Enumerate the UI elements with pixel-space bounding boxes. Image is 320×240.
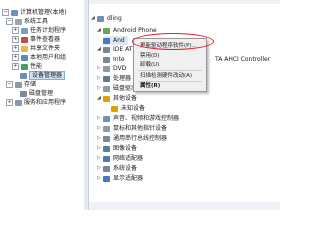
menu-item-scan-hardware[interactable]: 扫描检测硬件改动(A): [140, 72, 192, 80]
device-android-adb[interactable]: And: [103, 36, 128, 45]
tree-item-event-viewer[interactable]: + 事件查看器: [12, 35, 60, 44]
navigation-tree-pane: − 计算机管理(本地) − 系统工具 + 任务计划程序 + 事件查看器 + 共享文件夹 +…: [0, 0, 85, 210]
expand-icon[interactable]: +: [12, 45, 19, 52]
controller-icon: [103, 46, 110, 53]
device-display[interactable]: ▷ 显示适配器: [97, 174, 143, 183]
device-system[interactable]: ▷ 系统设备: [97, 164, 137, 173]
device-android-phone[interactable]: ◢ Android Phone: [97, 26, 157, 35]
tree-item-performance[interactable]: + 性能: [12, 62, 42, 71]
tree-item-system-tools[interactable]: − 系统工具: [6, 17, 48, 26]
speaker-icon: [103, 115, 110, 122]
expand-icon[interactable]: +: [12, 63, 19, 70]
event-log-icon: [21, 36, 28, 43]
folder-icon: [21, 45, 28, 52]
collapse-icon[interactable]: −: [2, 9, 9, 16]
tree-item-storage[interactable]: − 存储: [6, 80, 36, 89]
expand-icon[interactable]: +: [12, 36, 19, 43]
device-dvd[interactable]: ▷ DVD: [97, 64, 126, 73]
device-unknown[interactable]: 未知设备: [111, 104, 145, 113]
storage-icon: [15, 81, 22, 88]
device-manager-icon: [20, 72, 27, 79]
system-icon: [103, 165, 110, 172]
device-imaging[interactable]: ▷ 图像设备: [97, 144, 137, 153]
tree-item-task-scheduler[interactable]: + 任务计划程序: [12, 26, 66, 35]
menu-separator: [138, 70, 202, 71]
device-computer[interactable]: ◢ dling: [91, 14, 122, 23]
tree-item-disk-management[interactable]: 磁盘管理: [20, 89, 53, 98]
menu-item-properties[interactable]: 属性(R): [140, 82, 160, 90]
controller-icon: [103, 56, 110, 63]
device-intel-controller[interactable]: Inte: [103, 55, 125, 64]
tree-item-shared-folders[interactable]: + 共享文件夹: [12, 44, 60, 53]
computer-icon: [11, 9, 18, 16]
device-audio[interactable]: ▷ 声音、视频和游戏控制器: [97, 114, 179, 123]
device-icon: [103, 37, 110, 44]
performance-icon: [21, 63, 28, 70]
device-tree-pane: ◢ dling ◢ Android Phone And ◢ IDE AT Inte T…: [89, 0, 280, 210]
camera-icon: [103, 145, 110, 152]
network-icon: [103, 155, 110, 162]
computer-icon: [97, 15, 104, 22]
phone-icon: [103, 27, 110, 34]
collapse-icon[interactable]: −: [6, 81, 13, 88]
monitor-icon: [103, 175, 110, 182]
device-usb[interactable]: ▷ 通用串行总线控制器: [97, 134, 167, 143]
usb-icon: [103, 135, 110, 142]
device-processors[interactable]: ▷ 处理器: [97, 74, 131, 83]
expand-icon[interactable]: +: [12, 54, 19, 61]
highlight-ellipse-annotation: [132, 33, 214, 50]
menu-item-uninstall[interactable]: 卸载(U): [140, 61, 159, 69]
top-scrollbar-track[interactable]: [89, 0, 280, 4]
device-network[interactable]: ▷ 网络适配器: [97, 154, 143, 163]
users-icon: [21, 54, 28, 61]
bottom-scrollbar-track[interactable]: [89, 202, 280, 210]
expand-icon[interactable]: +: [12, 27, 19, 34]
unknown-device-icon: [111, 105, 118, 112]
mouse-icon: [103, 125, 110, 132]
warning-device-icon: [103, 95, 110, 102]
expand-icon[interactable]: +: [6, 99, 13, 106]
device-sata-controller-label: TA AHCI Controller: [215, 56, 271, 63]
disk-icon: [20, 90, 27, 97]
tree-item-computer-management[interactable]: − 计算机管理(本地): [2, 8, 67, 17]
disk-icon: [103, 85, 110, 92]
device-other-devices[interactable]: ◢ 其他设备: [97, 94, 137, 103]
tree-item-local-users[interactable]: + 本地用户和组: [12, 53, 66, 62]
device-ide-ata[interactable]: ◢ IDE AT: [97, 45, 132, 54]
processor-icon: [103, 75, 110, 82]
clock-icon: [21, 27, 28, 34]
services-icon: [15, 99, 22, 106]
collapse-icon[interactable]: −: [6, 18, 13, 25]
device-mouse[interactable]: ▷ 鼠标和其他指针设备: [97, 124, 167, 133]
menu-item-disable[interactable]: 禁用(D): [140, 52, 160, 60]
tree-item-device-manager[interactable]: 设备管理器: [20, 71, 66, 80]
tree-item-services[interactable]: + 服务和应用程序: [6, 98, 66, 107]
dvd-icon: [103, 65, 110, 72]
tools-icon: [15, 18, 22, 25]
